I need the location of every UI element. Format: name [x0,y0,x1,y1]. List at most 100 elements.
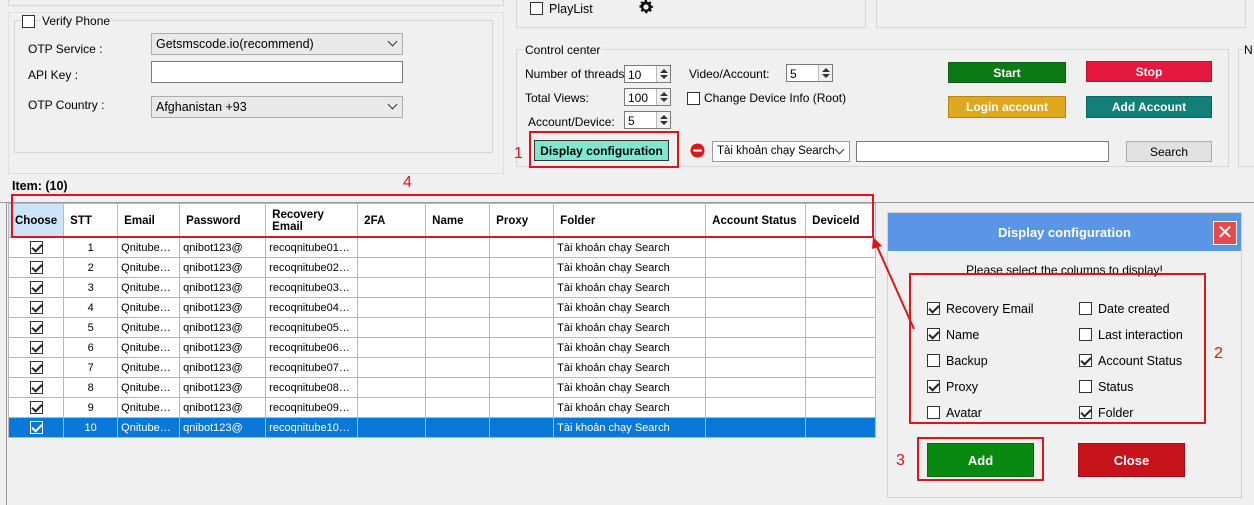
table-row[interactable]: 4 Qnitube… qnibot123@ recoqnitube04… Tài kho… [7,297,877,318]
table-row[interactable]: 10 Qnitube… qnibot123@ recoqnitube10… Tài kh… [7,417,877,438]
column-option[interactable]: Backup [927,354,988,368]
close-icon[interactable]: ✕ [1213,221,1237,245]
column-option[interactable]: Name [927,328,979,342]
row-checkbox[interactable] [29,281,43,294]
row-checkbox[interactable] [29,421,43,434]
folder-filter-select[interactable]: Tài khoản chạy Search [712,141,850,162]
column-option-checkbox[interactable] [927,380,940,393]
column-option-checkbox[interactable] [927,302,940,315]
table-row[interactable]: 7 Qnitube… qnibot123@ recoqnitube07… Tài kho… [7,357,877,378]
column-option-label: Status [1098,380,1134,394]
annotation-number-4: 4 [403,174,412,191]
column-option[interactable]: Proxy [927,380,978,394]
row-checkbox[interactable] [29,341,43,354]
row-checkbox[interactable] [29,381,43,394]
row-checkbox[interactable] [29,241,43,254]
row-choose-cell[interactable] [7,397,65,418]
views-stepper[interactable]: 100 [624,88,671,106]
column-header-password[interactable]: Password [179,203,267,238]
column-option-checkbox[interactable] [1079,380,1092,393]
gear-icon[interactable] [637,0,655,16]
stepper-arrows-icon[interactable] [656,89,670,105]
row-name [425,257,491,278]
video-account-stepper[interactable]: 5 [786,64,833,82]
table-row[interactable]: 6 Qnitube… qnibot123@ recoqnitube06… Tài kho… [7,337,877,358]
row-choose-cell[interactable] [7,337,65,358]
add-account-button[interactable]: Add Account [1086,96,1212,118]
table-row[interactable]: 5 Qnitube… qnibot123@ recoqnitube05… Tài kho… [7,317,877,338]
column-header-recovery-email[interactable]: Recovery Email [265,203,359,238]
row-checkbox[interactable] [29,321,43,334]
row-choose-cell[interactable] [7,317,65,338]
otp-country-select[interactable]: Afghanistan +93 [151,96,403,118]
api-key-input[interactable] [151,61,403,83]
table-row[interactable]: 2 Qnitube… qnibot123@ recoqnitube02… Tài kho… [7,257,877,278]
column-option[interactable]: Last interaction [1079,328,1183,342]
row-proxy [489,257,555,278]
close-button[interactable]: Close [1078,443,1185,477]
row-checkbox[interactable] [29,401,43,414]
row-password: qnibot123@ [179,377,267,398]
table-row[interactable]: 9 Qnitube… qnibot123@ recoqnitube09… Tài kho… [7,397,877,418]
change-device-checkbox[interactable] [687,92,700,105]
column-header-device-id[interactable]: DeviceId [805,203,877,238]
column-header-stt[interactable]: STT [63,203,119,238]
account-device-stepper[interactable]: 5 [624,111,671,129]
row-choose-cell[interactable] [7,277,65,298]
column-option-checkbox[interactable] [927,406,940,419]
column-header-choose[interactable]: Choose [7,203,65,238]
row-2fa [357,357,427,378]
verify-phone-checkbox[interactable] [22,15,35,28]
column-header-2fa[interactable]: 2FA [357,203,427,238]
table-row[interactable]: 3 Qnitube… qnibot123@ recoqnitube03… Tài kho… [7,277,877,298]
column-header-account-status[interactable]: Account Status [705,203,807,238]
table-row[interactable]: 8 Qnitube… qnibot123@ recoqnitube08… Tài kho… [7,377,877,398]
stepper-arrows-icon[interactable] [818,65,832,81]
row-checkbox[interactable] [29,261,43,274]
minus-circle-icon[interactable] [690,143,705,158]
row-checkbox[interactable] [29,301,43,314]
add-button[interactable]: Add [927,443,1034,477]
row-choose-cell[interactable] [7,377,65,398]
search-button[interactable]: Search [1126,141,1212,162]
column-option[interactable]: Account Status [1079,354,1182,368]
column-option-checkbox[interactable] [1079,302,1092,315]
column-option[interactable]: Folder [1079,406,1133,420]
login-account-button[interactable]: Login account [948,96,1066,118]
column-option[interactable]: Status [1079,380,1133,394]
row-choose-cell[interactable] [7,257,65,278]
search-input[interactable] [856,141,1109,162]
start-button[interactable]: Start [948,62,1066,83]
column-option-checkbox[interactable] [927,354,940,367]
column-option-label: Recovery Email [946,302,1034,316]
column-header-folder[interactable]: Folder [553,203,707,238]
otp-service-select[interactable]: Getsmscode.io(recommend) [151,33,403,55]
row-checkbox[interactable] [29,361,43,374]
table-row[interactable]: 1 Qnitube… qnibot123@ recoqnitube01… Tài kho… [7,237,877,258]
stop-button[interactable]: Stop [1086,61,1212,82]
column-header-email[interactable]: Email [117,203,181,238]
row-choose-cell[interactable] [7,297,65,318]
row-choose-cell[interactable] [7,357,65,378]
column-option-checkbox[interactable] [1079,406,1092,419]
row-choose-cell[interactable] [7,417,65,438]
column-option[interactable]: Date created [1079,302,1170,316]
column-option-checkbox[interactable] [927,328,940,341]
column-option[interactable]: Avatar [927,406,982,420]
views-label: Total Views: [525,91,589,105]
column-header-proxy[interactable]: Proxy [489,203,555,238]
column-option-checkbox[interactable] [1079,354,1092,367]
row-email: Qnitube… [117,397,181,418]
playlist-checkbox[interactable] [530,2,543,15]
display-configuration-button[interactable]: Display configuration [534,140,669,161]
row-choose-cell[interactable] [7,237,65,258]
threads-stepper[interactable]: 10 [624,65,671,83]
stepper-arrows-icon[interactable] [656,112,670,128]
row-stt: 7 [63,357,119,378]
column-option-checkbox[interactable] [1079,328,1092,341]
stepper-arrows-icon[interactable] [656,66,670,82]
column-option[interactable]: Recovery Email [927,302,1034,316]
row-password: qnibot123@ [179,337,267,358]
column-header-name[interactable]: Name [425,203,491,238]
video-account-value: 5 [790,67,797,81]
